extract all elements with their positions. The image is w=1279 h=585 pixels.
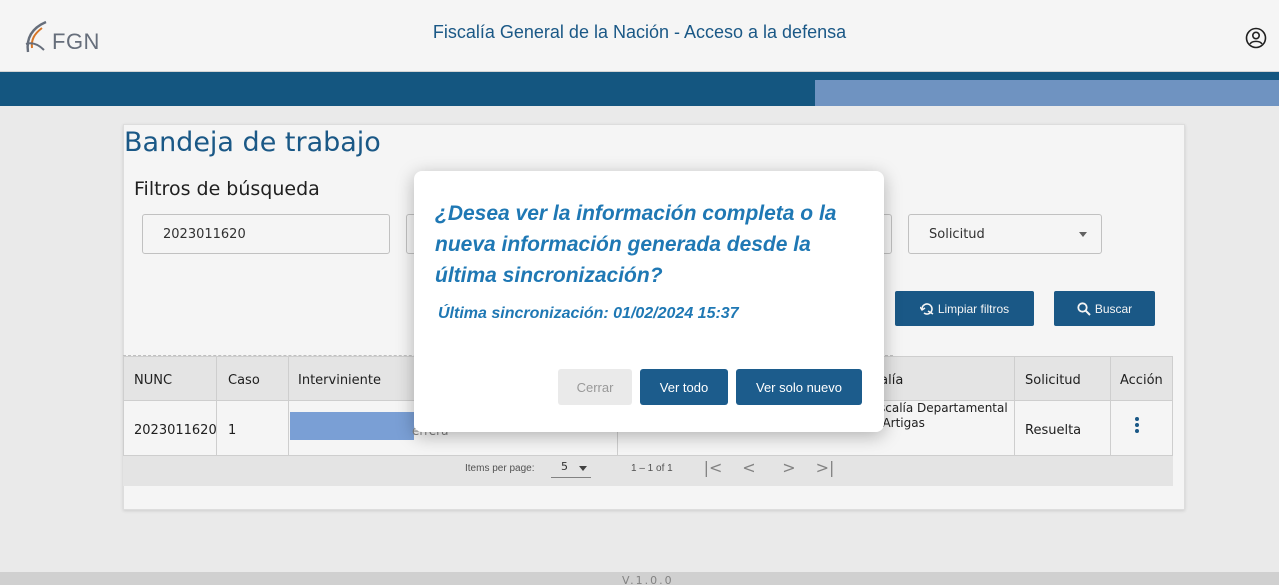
dialog-question: ¿Desea ver la información completa o la … <box>435 202 837 287</box>
view-new-only-button[interactable]: Ver solo nuevo <box>736 369 862 405</box>
close-button[interactable]: Cerrar <box>558 369 632 405</box>
view-all-button[interactable]: Ver todo <box>640 369 728 405</box>
last-sync-text: Última sincronización: 01/02/2024 15:37 <box>438 305 739 322</box>
